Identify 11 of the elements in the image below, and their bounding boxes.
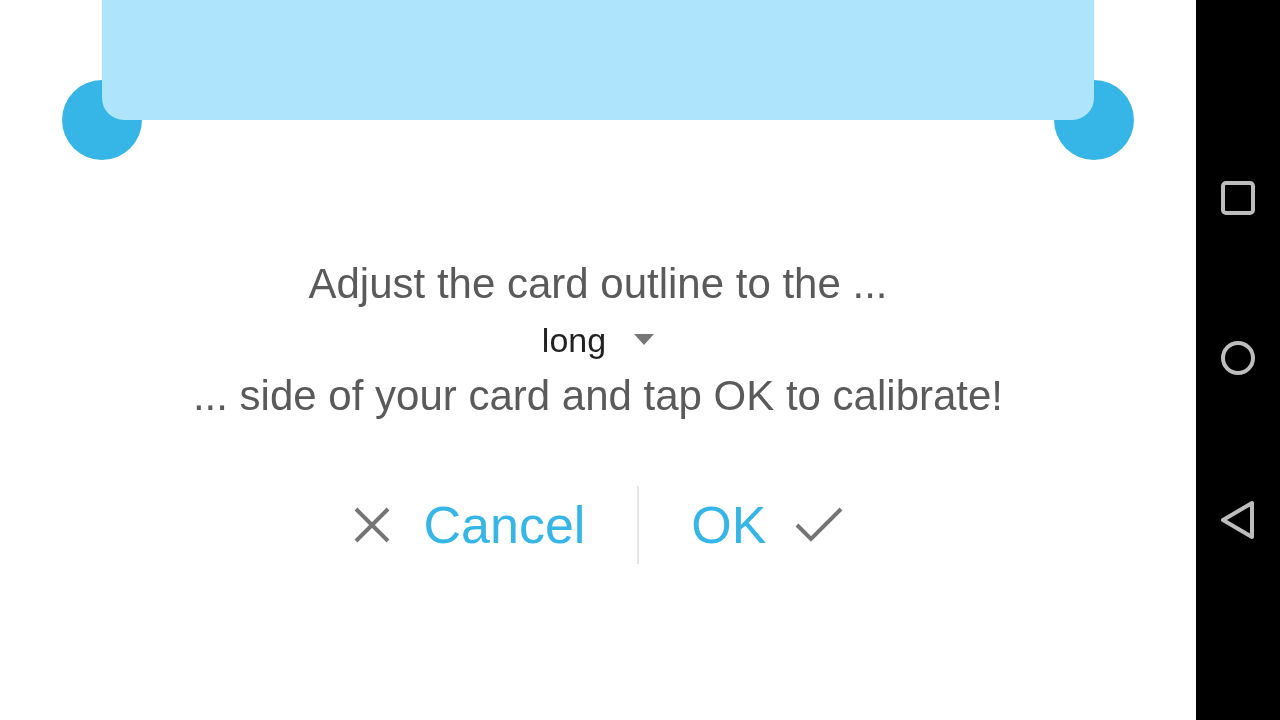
recent-apps-icon[interactable] [1220, 180, 1256, 216]
home-icon[interactable] [1220, 340, 1256, 376]
cancel-button[interactable]: Cancel [345, 486, 594, 564]
close-icon [353, 506, 392, 544]
back-icon[interactable] [1220, 500, 1256, 540]
dropdown-caret-icon [634, 334, 655, 346]
side-dropdown[interactable]: long [541, 312, 655, 368]
instruction-text: Adjust the card outline to the ... [308, 259, 888, 309]
check-icon [794, 507, 843, 543]
instruction-text: ... side of your card and tap OK to calibrate! [192, 371, 1004, 421]
ok-button[interactable]: OK [683, 486, 851, 564]
